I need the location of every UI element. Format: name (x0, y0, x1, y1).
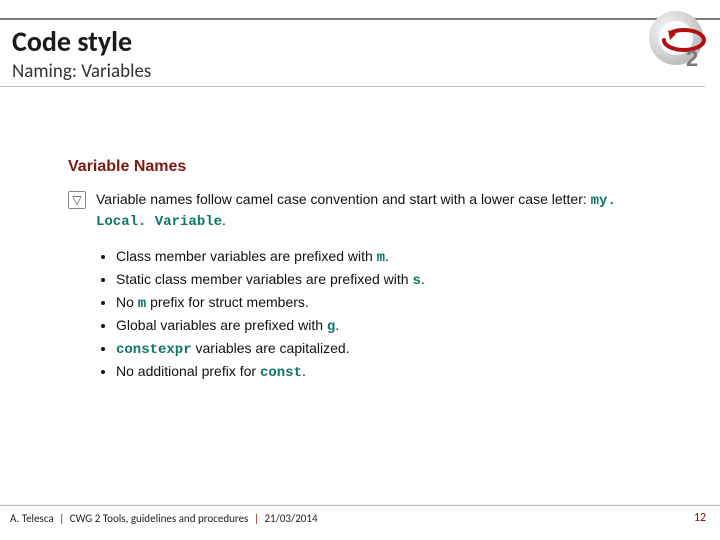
top-rule (0, 18, 720, 20)
item-pre: Static class member variables are prefix… (116, 271, 412, 287)
item-pre: No additional prefix for (116, 363, 260, 379)
logo-o2: 2 (644, 10, 708, 74)
footer: A. Telesca | CWG 2 Tools, guidelines and… (0, 506, 720, 530)
content-area: Variable Names ▽ Variable names follow c… (68, 158, 628, 384)
footer-session: CWG 2 Tools, guidelines and procedures (70, 512, 249, 525)
footer-sep-icon: | (56, 512, 67, 525)
collapse-toggle-icon[interactable]: ▽ (68, 191, 86, 209)
lead-post: . (222, 212, 226, 228)
item-post: prefix for struct members. (146, 294, 309, 310)
list-item: Static class member variables are prefix… (116, 269, 628, 292)
page-number: 12 (694, 511, 706, 525)
item-code: constexpr (116, 342, 192, 358)
item-code: m (377, 250, 385, 266)
subtitle-rule (0, 86, 705, 87)
lead-text: Variable names follow camel case convent… (96, 190, 628, 232)
section-heading: Variable Names (68, 158, 628, 176)
footer-sep-icon: | (251, 512, 262, 525)
lead-row: ▽ Variable names follow camel case conve… (68, 190, 628, 232)
page-subtitle: Naming: Variables (12, 60, 151, 83)
item-code: s (412, 273, 420, 289)
lead-pre: Variable names follow camel case convent… (96, 191, 591, 207)
item-post: variables are capitalized. (192, 340, 350, 356)
item-code: const (260, 365, 302, 381)
bullet-list: Class member variables are prefixed with… (68, 246, 628, 384)
footer-left: A. Telesca | CWG 2 Tools, guidelines and… (10, 512, 318, 525)
item-pre: Class member variables are prefixed with (116, 248, 377, 264)
page-title: Code style (12, 24, 132, 59)
svg-text:2: 2 (686, 46, 698, 71)
item-pre: No (116, 294, 138, 310)
item-post: . (385, 248, 389, 264)
list-item: constexpr variables are capitalized. (116, 338, 628, 361)
slide: Code style Naming: Variables 2 Variable … (0, 0, 720, 540)
footer-date: 21/03/2014 (264, 512, 317, 525)
list-item: Class member variables are prefixed with… (116, 246, 628, 269)
footer-author: A. Telesca (10, 512, 54, 525)
item-post: . (421, 271, 425, 287)
item-post: . (302, 363, 306, 379)
list-item: No additional prefix for const. (116, 361, 628, 384)
list-item: Global variables are prefixed with g. (116, 315, 628, 338)
item-post: . (335, 317, 339, 333)
list-item: No m prefix for struct members. (116, 292, 628, 315)
item-pre: Global variables are prefixed with (116, 317, 327, 333)
item-code: m (138, 296, 146, 312)
